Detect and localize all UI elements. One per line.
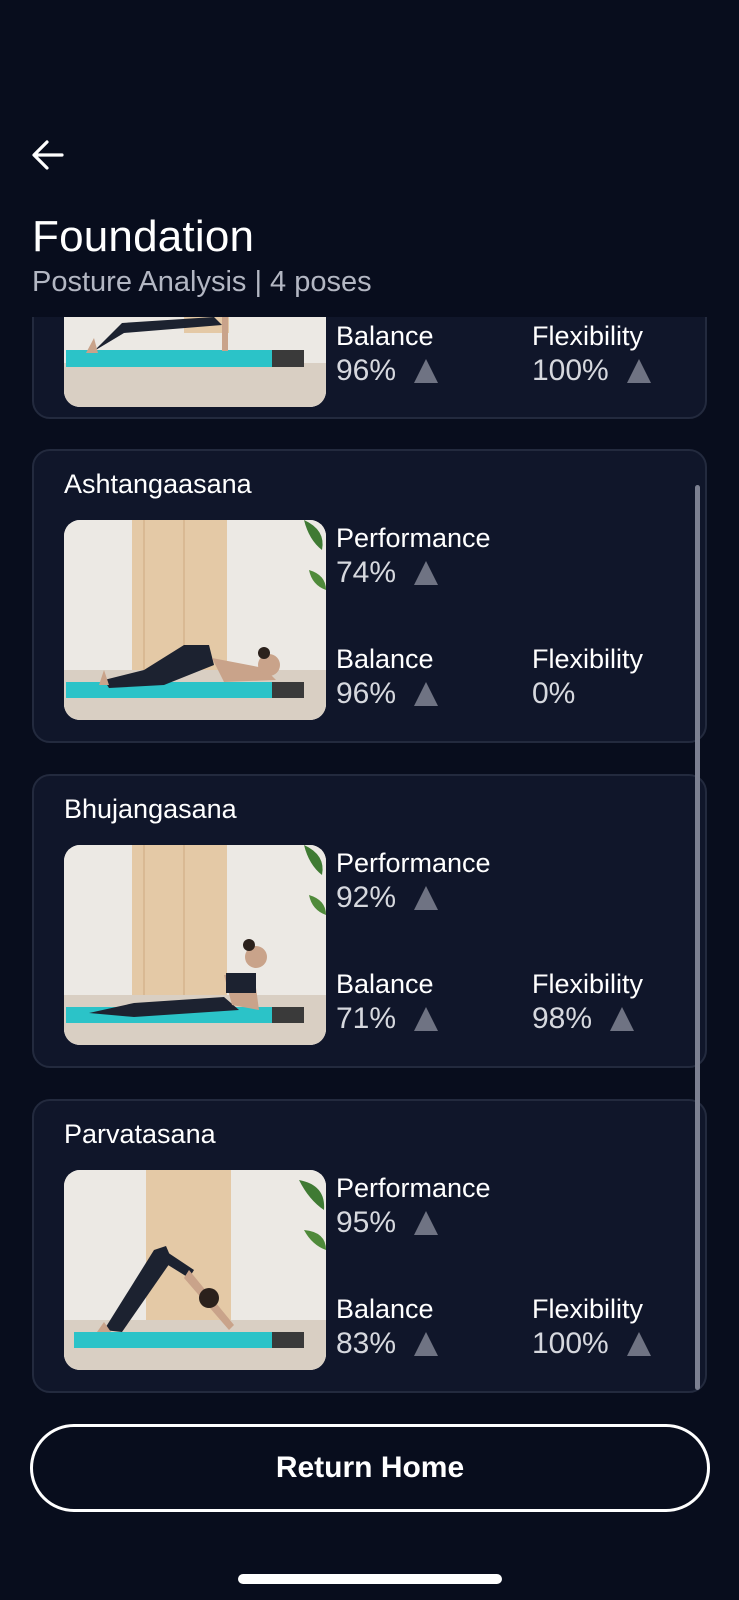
arrow-left-icon — [32, 140, 64, 170]
balance-value: 83% — [336, 1327, 397, 1360]
triangle-up-icon — [414, 1332, 439, 1356]
triangle-up-icon — [414, 682, 439, 706]
triangle-up-icon — [414, 1007, 439, 1031]
pose-image — [64, 845, 326, 1045]
flexibility-metric: Flexibility 98% — [532, 969, 643, 1036]
balance-metric: Balance 83% — [336, 1294, 439, 1361]
scrollbar[interactable] — [695, 485, 700, 1390]
pose-thumbnail — [64, 520, 326, 720]
page-subtitle: Posture Analysis | 4 poses — [32, 266, 372, 298]
pose-card[interactable]: Bhujangasana Performance 92% Balance 71%… — [32, 774, 707, 1068]
pose-image — [64, 520, 326, 720]
performance-label: Performance — [336, 848, 491, 878]
performance-value: 74% — [336, 556, 397, 589]
balance-value: 71% — [336, 1002, 397, 1035]
balance-metric: Balance 71% — [336, 969, 439, 1036]
flexibility-metric: Flexibility 100% — [532, 321, 651, 388]
triangle-up-icon — [414, 359, 439, 383]
triangle-up-icon — [626, 1332, 651, 1356]
pose-list[interactable]: Balance 96% Flexibility 100% Ashtangaasa… — [0, 317, 739, 1393]
balance-label: Balance — [336, 321, 434, 351]
triangle-up-icon — [414, 561, 439, 585]
balance-value: 96% — [336, 677, 397, 710]
performance-value: 95% — [336, 1206, 397, 1239]
pose-card[interactable]: Ashtangaasana Performance 74% Balance 96… — [32, 449, 707, 743]
triangle-up-icon — [626, 359, 651, 383]
flexibility-label: Flexibility — [532, 644, 644, 674]
pose-name: Ashtangaasana — [64, 469, 252, 499]
pose-card[interactable]: Parvatasana Performance 95% Balance 83% … — [32, 1099, 707, 1393]
flexibility-value: 100% — [532, 1327, 609, 1360]
page-title: Foundation — [32, 212, 255, 261]
performance-metric: Performance 95% — [336, 1173, 491, 1240]
pose-image — [64, 317, 326, 407]
performance-metric: Performance 92% — [336, 848, 491, 915]
pose-thumbnail — [64, 317, 326, 407]
flexibility-metric: Flexibility 0% — [532, 644, 643, 711]
pose-name: Bhujangasana — [64, 794, 237, 824]
performance-value: 92% — [336, 881, 397, 914]
flexibility-value: 100% — [532, 354, 609, 387]
balance-metric: Balance 96% — [336, 644, 439, 711]
pose-card[interactable]: Balance 96% Flexibility 100% — [32, 317, 707, 419]
flexibility-value: 98% — [532, 1002, 593, 1035]
flexibility-metric: Flexibility 100% — [532, 1294, 651, 1361]
triangle-up-icon — [414, 1211, 439, 1235]
balance-label: Balance — [336, 644, 434, 674]
performance-label: Performance — [336, 523, 491, 553]
flexibility-label: Flexibility — [532, 1294, 644, 1324]
pose-thumbnail — [64, 1170, 326, 1370]
triangle-up-icon — [414, 886, 439, 910]
balance-label: Balance — [336, 1294, 434, 1324]
performance-metric: Performance 74% — [336, 523, 491, 590]
flexibility-value: 0% — [532, 677, 576, 710]
balance-metric: Balance 96% — [336, 321, 439, 388]
pose-image — [64, 1170, 326, 1370]
balance-label: Balance — [336, 969, 434, 999]
flexibility-label: Flexibility — [532, 321, 644, 351]
pose-thumbnail — [64, 845, 326, 1045]
balance-value: 96% — [336, 354, 397, 387]
pose-name: Parvatasana — [64, 1119, 216, 1149]
back-button[interactable] — [28, 135, 68, 175]
performance-label: Performance — [336, 1173, 491, 1203]
home-indicator[interactable] — [238, 1574, 502, 1584]
triangle-up-icon — [610, 1007, 635, 1031]
return-home-button[interactable]: Return Home — [30, 1424, 710, 1512]
flexibility-label: Flexibility — [532, 969, 644, 999]
